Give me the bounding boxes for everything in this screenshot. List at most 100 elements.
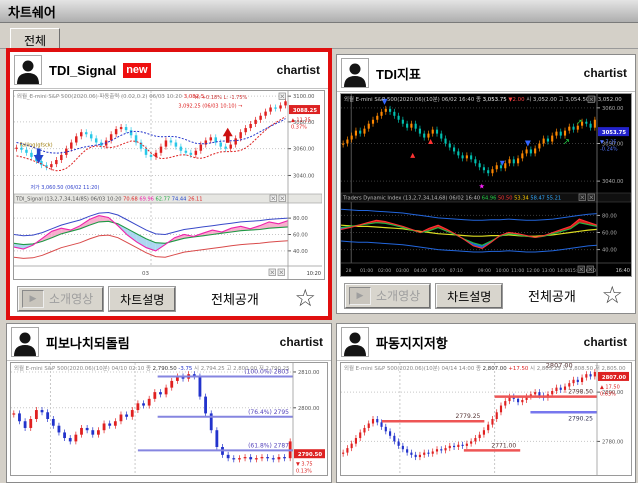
svg-text:↗: ↗ — [563, 138, 571, 148]
svg-text:외월 E-mini S&P 500(2020.06)(10분: 외월 E-mini S&P 500(2020.06)(10분) 06/02 16… — [344, 95, 622, 103]
author-label: chartist — [280, 335, 323, 349]
svg-text:TDI_Signal (13,2,7,34,14/85) 0: TDI_Signal (13,2,7,34,14/85) 06/03 10:20… — [15, 197, 203, 203]
tab-bar: 전체 — [0, 23, 638, 49]
svg-text:(76.4%) 2795: (76.4%) 2795 — [248, 409, 289, 416]
svg-text:0.37%: 0.37% — [291, 125, 307, 131]
svg-text:12:00: 12:00 — [526, 268, 539, 274]
window-titlebar[interactable]: 차트쉐어 — [0, 0, 638, 23]
card-footer: ▶ 소개영상 차트설명 전체공개 ☆ — [337, 278, 635, 313]
svg-text:외월_E-mini S&P 500(2020.06) 파동출: 외월_E-mini S&P 500(2020.06) 파동출력 (0.02,0.… — [17, 92, 204, 100]
svg-text:3,092.25 (06/03 10:10) →: 3,092.25 (06/03 10:10) → — [178, 103, 242, 109]
chart-description-button[interactable]: 차트설명 — [109, 287, 175, 311]
svg-text:2790.25: 2790.25 — [568, 415, 593, 422]
chart-thumbnail[interactable]: 2800.002780.002798.502790.252779.252771.… — [340, 362, 632, 476]
card-header: TDI지표 chartist — [337, 55, 635, 92]
svg-text:외월 E-mini S&P 500(2020.06)(10분: 외월 E-mini S&P 500(2020.06)(10분) 04/10 02… — [14, 364, 290, 372]
new-badge: new — [123, 63, 150, 78]
svg-text:05:00: 05:00 — [432, 268, 445, 274]
card-title: TDI_Signal — [49, 63, 116, 78]
svg-text:09:00: 09:00 — [478, 268, 491, 274]
svg-text:02:00: 02:00 — [378, 268, 391, 274]
svg-text:3100.00: 3100.00 — [293, 94, 314, 100]
svg-text:2790.50: 2790.50 — [298, 452, 322, 458]
card-title: 파동지지저항 — [376, 333, 448, 352]
svg-text:03: 03 — [142, 271, 149, 277]
card-header: 파동지지저항 chartist — [337, 324, 635, 361]
svg-text:↗: ↗ — [576, 118, 583, 127]
svg-text:11:00: 11:00 — [511, 268, 524, 274]
svg-text:04:00: 04:00 — [414, 268, 427, 274]
card-header: 피보나치되돌림 chartist — [7, 324, 331, 361]
svg-text:Falling(gfsck): Falling(gfsck) — [19, 143, 52, 149]
svg-text:40.00: 40.00 — [602, 248, 617, 254]
card-header: TDI_Signal new chartist — [10, 52, 328, 89]
svg-text:▲ 11.35: ▲ 11.35 — [291, 118, 311, 124]
card-tdi-indicator[interactable]: TDI지표 chartist 3060.003050.003040.00★↗↗3… — [336, 54, 636, 314]
window-title: 차트쉐어 — [8, 2, 56, 21]
intro-video-button[interactable]: ▶ 소개영상 — [345, 284, 430, 308]
svg-text:3060.00: 3060.00 — [293, 147, 314, 153]
svg-text:▼ 7.25: ▼ 7.25 — [600, 140, 617, 146]
card-fibonacci[interactable]: 피보나치되돌림 chartist 2810.002800.00(100.0%) … — [6, 323, 332, 483]
svg-text:0.13%: 0.13% — [296, 469, 312, 475]
favorite-star-icon[interactable]: ☆ — [601, 286, 623, 306]
play-icon: ▶ — [22, 290, 44, 308]
intro-video-label: 소개영상 — [49, 290, 93, 307]
card-title: 피보나치되돌림 — [46, 333, 130, 352]
svg-text:60.00: 60.00 — [293, 233, 308, 239]
svg-text:3060.00: 3060.00 — [602, 106, 623, 112]
card-title: TDI지표 — [376, 64, 421, 83]
svg-text:03:00: 03:00 — [396, 268, 409, 274]
user-avatar-icon — [14, 55, 42, 85]
intro-video-label: 소개영상 — [376, 287, 420, 304]
svg-text:3040.00: 3040.00 — [602, 179, 623, 185]
svg-text:80.00: 80.00 — [602, 213, 617, 219]
svg-text:16:40: 16:40 — [616, 268, 630, 274]
svg-text:2798.50: 2798.50 — [568, 389, 593, 396]
user-avatar-icon — [341, 327, 369, 357]
svg-text:2780.00: 2780.00 — [602, 439, 623, 445]
author-label: chartist — [584, 335, 627, 349]
author-label: chartist — [277, 63, 320, 77]
svg-text:(61.8%) 2787: (61.8%) 2787 — [248, 442, 289, 449]
svg-text:0.63%: 0.63% — [600, 391, 616, 397]
svg-text:3088.25: 3088.25 — [293, 108, 317, 114]
svg-text:60.00: 60.00 — [602, 231, 617, 237]
svg-text:-0.24%: -0.24% — [600, 147, 618, 153]
card-tdi-signal[interactable]: TDI_Signal new chartist 3100.003080.0030… — [6, 48, 332, 320]
svg-text:외월 E-mini S&P 500(2020.06)(10분: 외월 E-mini S&P 500(2020.06)(10분) 04/14 14… — [344, 364, 626, 372]
svg-text:07:10: 07:10 — [450, 268, 463, 274]
svg-text:★: ★ — [479, 183, 485, 191]
svg-text:01:00: 01:00 — [360, 268, 373, 274]
svg-text:28: 28 — [346, 268, 352, 274]
chart-thumbnail[interactable]: 3060.003050.003040.00★↗↗3053.75▼ 7.25-0.… — [340, 93, 632, 277]
intro-video-button[interactable]: ▶ 소개영상 — [18, 287, 103, 311]
public-label: 전체공개 — [528, 286, 576, 305]
svg-text:40.00: 40.00 — [293, 249, 308, 255]
chart-thumbnail[interactable]: 3100.003080.003060.003040.00Falling(gfsc… — [13, 90, 325, 280]
svg-text:2771.00: 2771.00 — [491, 442, 516, 449]
user-avatar-icon — [11, 327, 39, 357]
card-wave-support[interactable]: 파동지지저항 chartist 2800.002780.002798.50279… — [336, 323, 636, 483]
svg-text:Traders Dynamic Index (13,2,7,: Traders Dynamic Index (13,2,7,34,14,68) … — [342, 196, 561, 202]
svg-text:2810.00: 2810.00 — [298, 370, 319, 376]
svg-text:▲ 17.50: ▲ 17.50 — [600, 384, 620, 390]
svg-text:2800.00: 2800.00 — [298, 406, 319, 412]
svg-text:80.00: 80.00 — [293, 216, 308, 222]
svg-text:14:00: 14:00 — [557, 268, 570, 274]
author-label: chartist — [584, 66, 627, 80]
svg-text:2779.25: 2779.25 — [456, 413, 481, 420]
svg-text:3053.75: 3053.75 — [602, 130, 626, 136]
public-label: 전체공개 — [211, 289, 259, 308]
user-avatar-icon — [341, 58, 369, 88]
svg-text:저가 3,060.50 (06/02 11:20): 저가 3,060.50 (06/02 11:20) — [30, 184, 99, 191]
svg-text:10:00: 10:00 — [496, 268, 509, 274]
svg-text:2807.00: 2807.00 — [602, 375, 626, 381]
svg-text:10:20: 10:20 — [307, 271, 321, 277]
card-footer: ▶ 소개영상 차트설명 전체공개 ☆ — [10, 281, 328, 316]
chart-thumbnail[interactable]: 2810.002800.00(100.0%) 2803(76.4%) 2795(… — [10, 362, 328, 476]
favorite-star-icon[interactable]: ☆ — [294, 289, 316, 309]
svg-text:13:00: 13:00 — [542, 268, 555, 274]
svg-text:▼ 3.75: ▼ 3.75 — [296, 462, 313, 468]
chart-description-button[interactable]: 차트설명 — [436, 284, 502, 308]
